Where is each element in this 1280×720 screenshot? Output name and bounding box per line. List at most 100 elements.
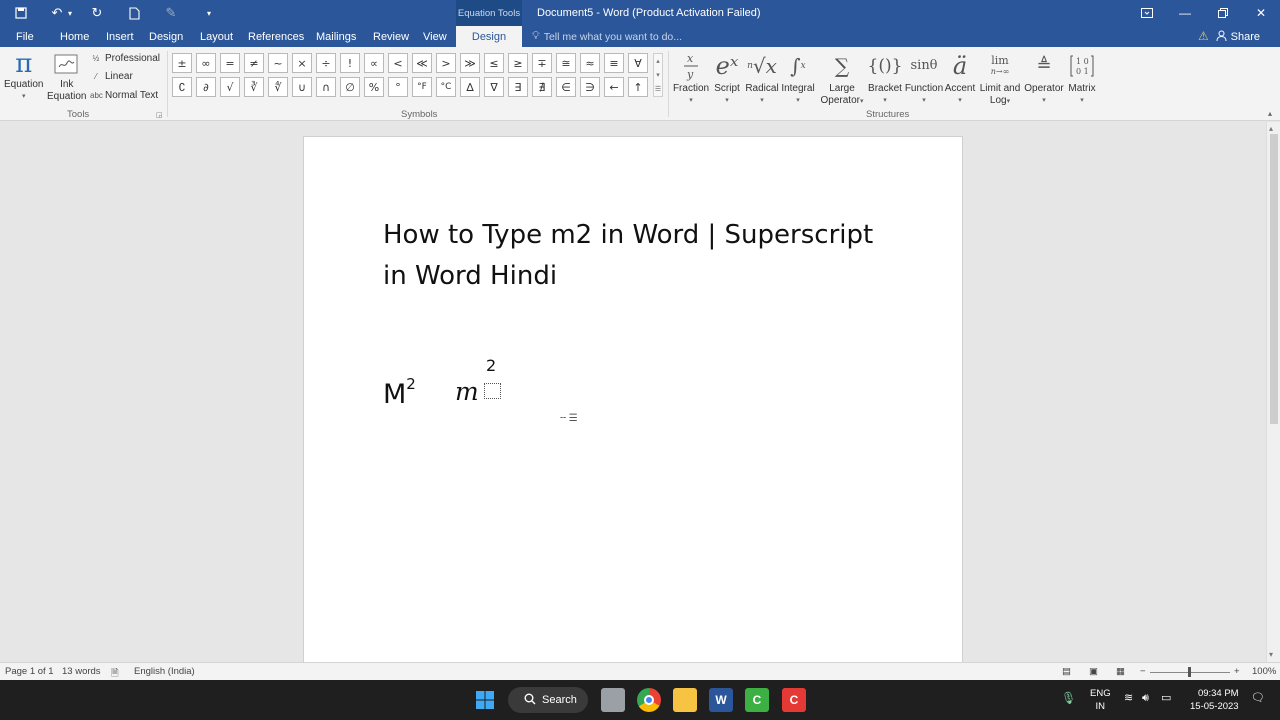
tab-home[interactable]: Home (60, 26, 89, 47)
windows-start-icon[interactable] (473, 688, 497, 712)
tab-file[interactable]: File (16, 26, 34, 47)
symbol-button[interactable]: ∁ (172, 77, 192, 97)
zoom-out-button[interactable]: − (1140, 666, 1146, 677)
collapse-ribbon-icon[interactable]: ▴ (1268, 109, 1272, 118)
large-operator-button[interactable]: ∑ Large Operator▾ (816, 49, 868, 108)
ribbon-display-options-icon[interactable] (1132, 3, 1162, 23)
symbol-button[interactable]: √ (220, 77, 240, 97)
scroll-down-icon[interactable]: ▾ (1269, 650, 1273, 659)
scroll-thumb[interactable] (1270, 134, 1278, 424)
page[interactable]: How to Type m2 in Word | Superscript in … (303, 136, 963, 662)
symbol-button[interactable]: ÷ (316, 53, 336, 73)
word-app-icon[interactable]: W (709, 688, 733, 712)
battery-icon[interactable]: ▭ (1161, 692, 1171, 705)
symbol-button[interactable]: ∃ (508, 77, 528, 97)
symbol-button[interactable]: ∜ (268, 77, 288, 97)
fraction-button[interactable]: xy Fraction ▾ (671, 49, 711, 107)
symbol-button[interactable]: ≅ (556, 53, 576, 73)
function-button[interactable]: sinθ Function ▾ (903, 49, 945, 107)
bracket-button[interactable]: {()} Bracket ▾ (866, 49, 904, 107)
symbol-button[interactable]: ≤ (484, 53, 504, 73)
redo-icon[interactable]: ↻ (86, 4, 108, 22)
tell-me-box[interactable]: 💡︎ Tell me what you want to do... (532, 26, 682, 47)
symbol-button[interactable]: ≫ (460, 53, 480, 73)
symbol-button[interactable]: ∄ (532, 77, 552, 97)
tab-design[interactable]: Design (149, 26, 183, 47)
symbol-button[interactable]: ∓ (532, 53, 552, 73)
tab-mailings[interactable]: Mailings (316, 26, 356, 47)
symbol-button[interactable]: ← (604, 77, 624, 97)
new-document-icon[interactable] (123, 4, 145, 22)
share-button[interactable]: Share (1216, 26, 1260, 47)
symbol-button[interactable]: ∇ (484, 77, 504, 97)
symbols-scroll[interactable]: ▴ ▾ ☰ (653, 53, 663, 97)
symbol-button[interactable]: ∪ (292, 77, 312, 97)
symbol-button[interactable]: ≪ (412, 53, 432, 73)
task-view-icon[interactable] (601, 688, 625, 712)
operator-button[interactable]: ≜ Operator ▾ (1022, 49, 1066, 107)
symbol-button[interactable]: ≡ (604, 53, 624, 73)
symbol-button[interactable]: ~ (268, 53, 288, 73)
symbol-button[interactable]: > (436, 53, 456, 73)
camtasia-recorder-icon[interactable]: C (745, 688, 769, 712)
symbol-button[interactable]: ! (340, 53, 360, 73)
symbol-button[interactable]: ∆ (460, 77, 480, 97)
web-layout-icon[interactable]: ▦ (1116, 666, 1125, 677)
scroll-up-icon[interactable]: ▴ (1269, 124, 1273, 133)
symbol-button[interactable]: ≠ (244, 53, 264, 73)
symbol-button[interactable]: °C (436, 77, 456, 97)
tab-layout[interactable]: Layout (200, 26, 233, 47)
tab-view[interactable]: View (423, 26, 447, 47)
symbol-button[interactable]: ∝ (364, 53, 384, 73)
wifi-icon[interactable]: ≋ (1124, 692, 1133, 705)
word-count[interactable]: 13 words (62, 666, 101, 677)
tab-references[interactable]: References (248, 26, 304, 47)
professional-button[interactable]: ½ Professional (90, 53, 160, 64)
symbol-button[interactable]: = (220, 53, 240, 73)
document-heading[interactable]: How to Type m2 in Word | Superscript in … (383, 215, 903, 297)
vertical-scrollbar[interactable]: ▴ ▾ (1266, 122, 1280, 662)
symbol-button[interactable]: ∈ (556, 77, 576, 97)
undo-dropdown-icon[interactable]: ▾ (64, 4, 76, 22)
superscript-text[interactable]: M2 (383, 375, 416, 410)
symbol-button[interactable]: × (292, 53, 312, 73)
symbol-button[interactable]: ° (388, 77, 408, 97)
chrome-icon[interactable] (637, 688, 661, 712)
script-button[interactable]: eˣ Script ▾ (711, 49, 743, 107)
close-button[interactable]: ✕ (1246, 3, 1276, 23)
symbol-button[interactable]: ± (172, 53, 192, 73)
radical-button[interactable]: n √ x Radical ▾ (743, 49, 781, 107)
more-icon[interactable]: ☰ (655, 85, 661, 93)
customize-toolbar-icon[interactable]: ▾ (198, 4, 220, 22)
save-icon[interactable] (10, 4, 32, 22)
minimize-button[interactable]: — (1170, 3, 1200, 23)
equation-options-icon[interactable]: ╌ ☰ (560, 413, 578, 424)
ink-icon[interactable]: ✎ (160, 4, 182, 22)
tab-equation-design[interactable]: Design (456, 26, 522, 47)
equation-placeholder[interactable] (484, 383, 501, 399)
microphone-icon[interactable]: 🎙︎ (1061, 692, 1076, 705)
zoom-level[interactable]: 100% (1252, 666, 1276, 677)
normal-text-button[interactable]: abc Normal Text (90, 90, 158, 101)
symbol-button[interactable]: ∅ (340, 77, 360, 97)
linear-button[interactable]: ⁄ Linear (90, 71, 132, 82)
symbol-button[interactable]: ∛ (244, 77, 264, 97)
scroll-down-icon[interactable]: ▾ (656, 71, 660, 79)
scroll-up-icon[interactable]: ▴ (656, 57, 660, 65)
dialog-launcher-icon[interactable]: ◲ (156, 111, 163, 119)
symbol-button[interactable]: ∞ (196, 53, 216, 73)
tab-review[interactable]: Review (373, 26, 409, 47)
symbol-button[interactable]: ↑ (628, 77, 648, 97)
restore-button[interactable] (1208, 3, 1238, 23)
zoom-in-button[interactable]: + (1234, 666, 1240, 677)
equation-base[interactable]: m (455, 377, 479, 406)
symbol-button[interactable]: ≥ (508, 53, 528, 73)
language-indicator[interactable]: ENG IN (1090, 687, 1111, 713)
print-layout-icon[interactable]: ▣ (1089, 666, 1098, 677)
equation-exponent[interactable]: 2 (486, 356, 496, 375)
symbol-button[interactable]: ≈ (580, 53, 600, 73)
symbol-button[interactable]: ∋ (580, 77, 600, 97)
symbol-button[interactable]: < (388, 53, 408, 73)
symbol-button[interactable]: % (364, 77, 384, 97)
ink-equation-button[interactable]: Ink Equation (47, 49, 86, 103)
